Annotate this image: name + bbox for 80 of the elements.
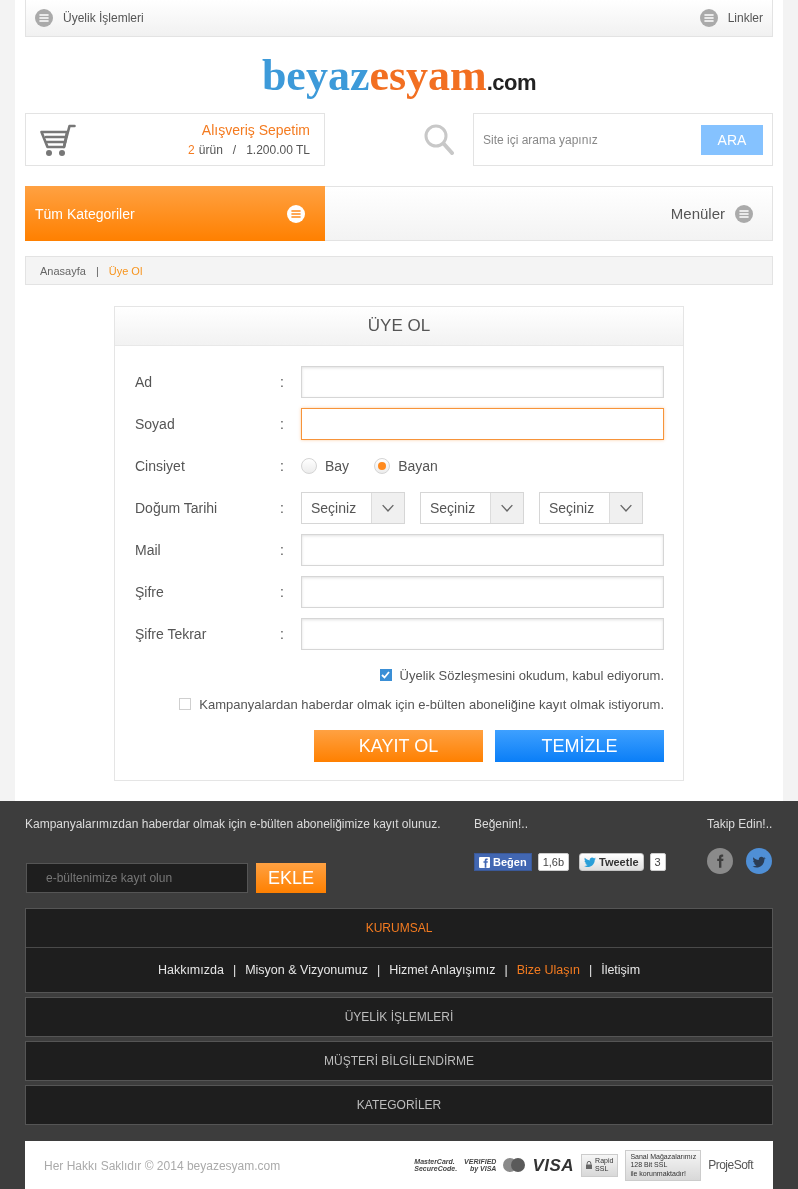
radio-label: Bayan — [398, 458, 438, 474]
date-select[interactable]: Seçiniz — [301, 492, 405, 524]
field-label: Şifre — [135, 584, 164, 600]
input-field[interactable] — [301, 408, 664, 440]
link-separator: | — [376, 963, 381, 977]
link-separator: | — [504, 963, 508, 977]
footer-link[interactable]: İletişim — [601, 963, 641, 977]
radio-label: Bay — [325, 458, 350, 474]
chevron-down-icon — [490, 493, 523, 523]
field-colon: : — [280, 416, 284, 432]
tweet-button[interactable]: Tweetle — [579, 853, 644, 871]
search-icon — [424, 124, 454, 155]
share-count: 3 — [649, 853, 666, 871]
share-count: 1,6b — [537, 853, 570, 871]
twitter-icon[interactable] — [746, 848, 772, 874]
field-label: Doğum Tarihi — [135, 500, 218, 516]
link-separator: | — [232, 963, 237, 977]
cart-count: 2 — [188, 143, 195, 157]
section-header[interactable]: KURUMSAL — [26, 909, 772, 948]
input-field[interactable] — [301, 366, 664, 398]
breadcrumb-link[interactable]: Anasayfa — [40, 264, 86, 277]
checkbox[interactable] — [179, 698, 192, 710]
chevron-down-icon — [371, 493, 404, 523]
cart-count-label: ürün — [198, 143, 223, 157]
field-label: Soyad — [135, 416, 175, 432]
chevron-down-icon — [609, 493, 642, 523]
overlapping-circles-logo-icon — [503, 1158, 526, 1173]
radio-button[interactable] — [374, 458, 391, 474]
menu-icon — [735, 204, 753, 223]
checkbox[interactable] — [379, 669, 392, 681]
cart-total: 1.200.00 TL — [246, 143, 310, 157]
checkbox-label: Üyelik Sözleşmesini okudum, kabul ediyorum. — [399, 667, 664, 683]
menu-icon — [35, 9, 53, 27]
field-label: Ad — [135, 374, 153, 390]
field-colon: : — [280, 542, 284, 558]
section-header[interactable]: KATEGORİLER — [26, 1086, 772, 1124]
link-separator: | — [588, 963, 593, 977]
footer-link[interactable]: Misyon & Vizyonumuz — [245, 963, 368, 977]
field-colon: : — [280, 500, 284, 516]
input-field[interactable] — [301, 576, 664, 608]
date-select[interactable]: Seçiniz — [420, 492, 524, 524]
cart-separator: / — [232, 143, 237, 157]
like-title: Beğenin!.. — [474, 816, 529, 832]
input-field[interactable] — [301, 618, 664, 650]
field-colon: : — [280, 374, 284, 390]
shopping-cart-icon — [40, 122, 76, 157]
field-label: Şifre Tekrar — [135, 626, 207, 642]
newsletter-input[interactable]: e-bültenimize kayıt olun — [26, 863, 248, 893]
field-colon: : — [280, 458, 284, 474]
form-title: ÜYE OL — [367, 316, 431, 336]
bird-icon — [584, 857, 597, 867]
links-menu-link[interactable]: Linkler — [699, 9, 763, 27]
copyright-text: Her Hakkı Saklıdır © 2014 beyazesyam.com — [44, 1158, 281, 1173]
follow-title: Takip Edin!.. — [707, 816, 773, 832]
footer-link[interactable]: Bize Ulaşın — [516, 963, 580, 977]
membership-link[interactable]: Üyelik İşlemleri — [35, 9, 144, 27]
field-colon: : — [280, 626, 284, 642]
breadcrumb-separator: | — [95, 264, 99, 277]
facebook-icon[interactable] — [707, 848, 733, 874]
lock-icon — [586, 1161, 593, 1170]
input-field[interactable] — [301, 534, 664, 566]
radio-button[interactable] — [301, 458, 317, 474]
site-logo[interactable]: beyazesyam.com — [261, 49, 537, 101]
footer-link[interactable]: Hizmet Anlayışımız — [389, 963, 496, 977]
menu-icon — [699, 9, 718, 27]
visa-logo: VISA — [532, 1157, 575, 1174]
projesoft-logo: ProjeSoft — [708, 1159, 753, 1172]
like-button[interactable]: Beğen — [474, 853, 532, 871]
menu-icon — [287, 204, 305, 223]
footer-link[interactable]: Hakkımızda — [157, 963, 224, 977]
checkbox-label: Kampanyalardan haberdar olmak için e-bülten aboneliğine kayıt olmak istiyorum. — [199, 696, 664, 712]
f-logo-icon — [479, 856, 490, 868]
newsletter-text: Kampanyalarımızdan haberdar olmak için e-bülten aboneliğimize kayıt olunuz. — [25, 816, 441, 832]
section-header[interactable]: ÜYELİK İŞLEMLERİ — [26, 998, 772, 1036]
field-label: Mail — [135, 542, 161, 558]
section-header[interactable]: MÜŞTERİ BİLGİLENDİRME — [26, 1042, 772, 1080]
field-label: Cinsiyet — [135, 458, 185, 474]
date-select[interactable]: Seçiniz — [539, 492, 643, 524]
menus-button[interactable]: Menüler — [670, 204, 753, 223]
field-colon: : — [280, 584, 284, 600]
